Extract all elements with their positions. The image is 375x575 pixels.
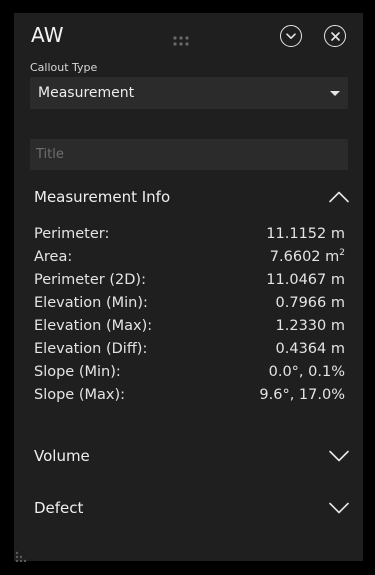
section-volume-header[interactable]: Volume [34, 444, 350, 468]
info-row: Area: 7.6602 m2 [34, 246, 345, 269]
info-row: Perimeter (2D): 11.0467 m [34, 269, 345, 292]
panel-header: AW [14, 13, 363, 61]
info-row: Perimeter: 11.1152 m [34, 223, 345, 246]
drag-handle-icon[interactable] [172, 32, 190, 46]
section-title: Measurement Info [34, 188, 171, 206]
section-title: Volume [34, 447, 90, 465]
info-value: 0.4364 m [275, 341, 345, 357]
chevron-down-icon [329, 450, 349, 462]
callout-type-select[interactable]: Measurement [30, 77, 348, 109]
info-value: 0.7966 m [275, 295, 345, 311]
info-value: 11.0467 m [266, 272, 345, 288]
close-icon [330, 31, 340, 41]
chevron-up-icon [329, 191, 349, 203]
unit-exponent: 2 [339, 248, 345, 258]
info-row: Elevation (Max): 1.2330 m [34, 315, 345, 338]
info-row: Slope (Max): 9.6°, 17.0% [34, 384, 345, 407]
section-measurement-info-header[interactable]: Measurement Info [34, 185, 350, 209]
title-input[interactable] [30, 139, 348, 170]
close-panel-button[interactable] [324, 25, 346, 47]
info-label: Area: [34, 249, 73, 265]
info-label: Elevation (Diff): [34, 341, 148, 357]
measurement-info-list: Perimeter: 11.1152 m Area: 7.6602 m2 Per… [34, 223, 345, 407]
callout-type-value: Measurement [38, 85, 135, 101]
info-label: Perimeter: [34, 226, 110, 242]
caret-down-icon [330, 91, 340, 96]
info-label: Slope (Min): [34, 364, 121, 380]
chevron-down-icon [329, 502, 349, 514]
info-row: Elevation (Diff): 0.4364 m [34, 338, 345, 361]
info-value: 7.6602 m2 [269, 248, 345, 266]
section-title: Defect [34, 499, 84, 517]
info-value: 9.6°, 17.0% [259, 387, 345, 403]
section-defect-header[interactable]: Defect [34, 496, 350, 520]
info-row: Slope (Min): 0.0°, 0.1% [34, 361, 345, 384]
callout-panel: AW Callout Type Measurement Measu [14, 13, 363, 563]
resize-grip-icon[interactable] [15, 547, 27, 563]
info-value: 11.1152 m [266, 226, 345, 242]
info-label: Elevation (Min): [34, 295, 148, 311]
info-label: Slope (Max): [34, 387, 126, 403]
callout-type-label: Callout Type [30, 61, 98, 74]
panel-title: AW [31, 23, 64, 47]
info-label: Elevation (Max): [34, 318, 153, 334]
info-value: 1.2330 m [275, 318, 345, 334]
chevron-down-icon [286, 32, 296, 39]
collapse-panel-button[interactable] [280, 25, 302, 47]
info-row: Elevation (Min): 0.7966 m [34, 292, 345, 315]
info-value: 0.0°, 0.1% [268, 364, 345, 380]
info-label: Perimeter (2D): [34, 272, 146, 288]
